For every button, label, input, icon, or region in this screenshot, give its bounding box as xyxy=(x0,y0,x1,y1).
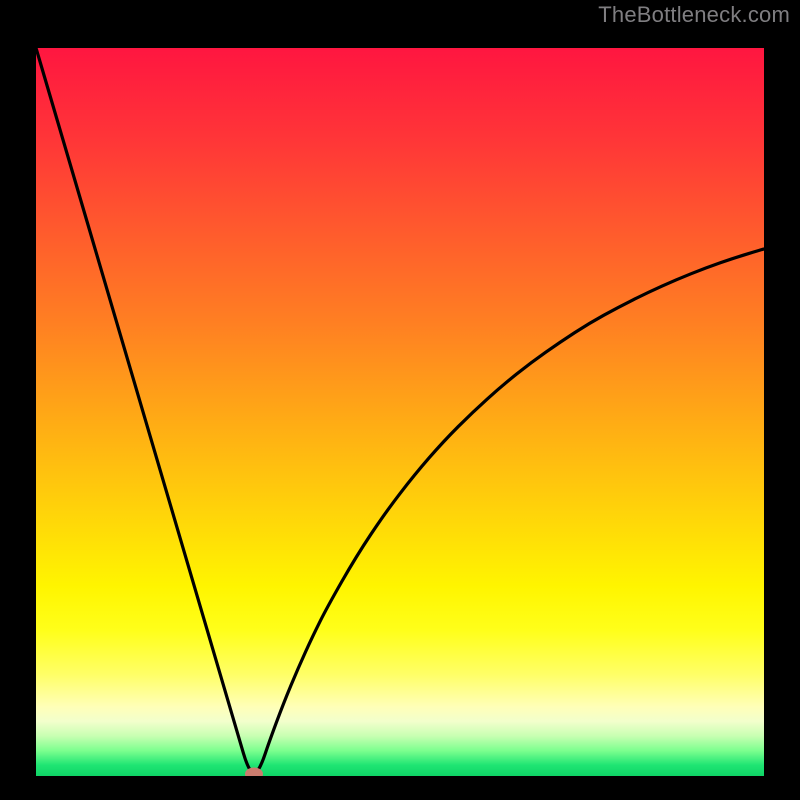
watermark-text: TheBottleneck.com xyxy=(598,2,790,28)
optimum-marker xyxy=(245,767,263,776)
plot-area xyxy=(36,48,764,776)
bottleneck-curve xyxy=(36,48,764,776)
curve-path xyxy=(36,48,764,773)
